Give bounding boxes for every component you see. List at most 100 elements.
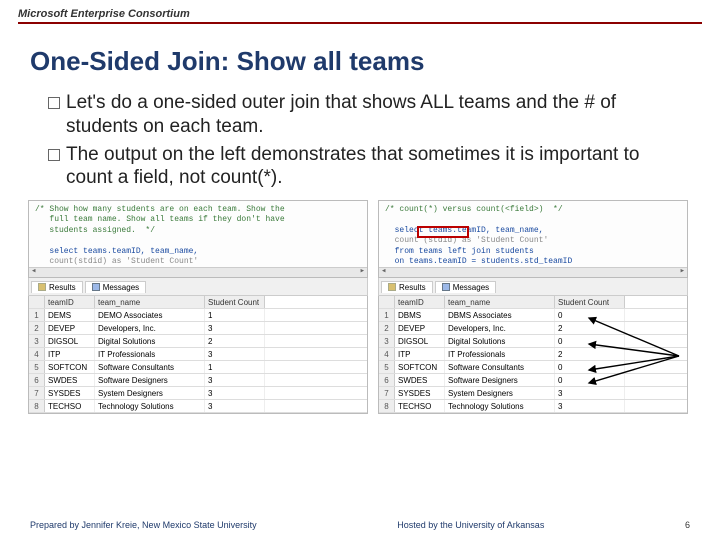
cell: 3	[555, 400, 625, 412]
col-header[interactable]: team_name	[95, 296, 205, 308]
cell: DEVEP	[45, 322, 95, 334]
row-header-blank	[379, 296, 395, 308]
code-line: on teams.teamID = students.std_teamID	[395, 257, 573, 266]
table-row[interactable]: 6SWDESSoftware Designers3	[29, 374, 367, 387]
cell: DBMS Associates	[445, 309, 555, 321]
table-row[interactable]: 5SOFTCONSoftware Consultants1	[29, 361, 367, 374]
row-number: 3	[379, 335, 395, 347]
table-row[interactable]: 3DIGSOLDigital Solutions0	[379, 335, 687, 348]
table-row[interactable]: 7SYSDESSystem Designers3	[29, 387, 367, 400]
grid-icon	[38, 283, 46, 291]
cell: TECHSO	[395, 400, 445, 412]
cell: Developers, Inc.	[95, 322, 205, 334]
footer: Prepared by Jennifer Kreie, New Mexico S…	[0, 520, 720, 530]
horizontal-scrollbar[interactable]	[379, 267, 687, 277]
table-row[interactable]: 7SYSDESSystem Designers3	[379, 387, 687, 400]
cell: DEMS	[45, 309, 95, 321]
cell: Software Designers	[445, 374, 555, 386]
result-tabstrip: Results Messages	[28, 278, 368, 296]
table-row[interactable]: 2DEVEPDevelopers, Inc.2	[379, 322, 687, 335]
cell: DEVEP	[395, 322, 445, 334]
left-panel: /* Show how many students are on each te…	[28, 200, 368, 414]
table-row[interactable]: 1DBMSDBMS Associates0	[379, 309, 687, 322]
col-header[interactable]: teamID	[395, 296, 445, 308]
horizontal-scrollbar[interactable]	[29, 267, 367, 277]
cell: 1	[205, 309, 265, 321]
col-header[interactable]: team_name	[445, 296, 555, 308]
bullet-item: Let's do a one-sided outer join that sho…	[48, 91, 680, 139]
code-line: from teams left join students	[395, 247, 534, 256]
cell: 2	[205, 335, 265, 347]
cell: DBMS	[395, 309, 445, 321]
cell: ITP	[395, 348, 445, 360]
cell: System Designers	[445, 387, 555, 399]
tab-messages[interactable]: Messages	[435, 281, 496, 293]
header: Microsoft Enterprise Consortium	[0, 0, 720, 28]
row-number: 8	[379, 400, 395, 412]
row-number: 7	[29, 387, 45, 399]
cell: 0	[555, 309, 625, 321]
tab-results[interactable]: Results	[31, 281, 83, 293]
row-header-blank	[29, 296, 45, 308]
footer-right: Hosted by the University of Arkansas	[397, 520, 544, 530]
row-number: 5	[379, 361, 395, 373]
table-row[interactable]: 1DEMSDEMO Associates1	[29, 309, 367, 322]
cell: 3	[555, 387, 625, 399]
cell: SOFTCON	[45, 361, 95, 373]
table-row[interactable]: 2DEVEPDevelopers, Inc.3	[29, 322, 367, 335]
cell: 3	[205, 322, 265, 334]
code-line: count(stdid) as 'Student Count'	[49, 257, 198, 266]
row-number: 4	[29, 348, 45, 360]
cell: Technology Solutions	[95, 400, 205, 412]
col-header[interactable]: Student Count	[205, 296, 265, 308]
cell: 3	[205, 387, 265, 399]
cell: DEMO Associates	[95, 309, 205, 321]
row-number: 6	[379, 374, 395, 386]
col-header[interactable]: Student Count	[555, 296, 625, 308]
table-row[interactable]: 4ITPIT Professionals2	[379, 348, 687, 361]
slide-title: One-Sided Join: Show all teams	[30, 46, 720, 77]
col-header[interactable]: teamID	[45, 296, 95, 308]
row-number: 6	[29, 374, 45, 386]
cell: IT Professionals	[95, 348, 205, 360]
sql-editor-left[interactable]: /* Show how many students are on each te…	[28, 200, 368, 278]
table-row[interactable]: 8TECHSOTechnology Solutions3	[29, 400, 367, 413]
cell: 0	[555, 374, 625, 386]
slide: Microsoft Enterprise Consortium One-Side…	[0, 0, 720, 540]
cell: Software Designers	[95, 374, 205, 386]
tab-results[interactable]: Results	[381, 281, 433, 293]
results-grid-left: teamID team_name Student Count 1DEMSDEMO…	[28, 296, 368, 414]
cell: 0	[555, 361, 625, 373]
cell: Digital Solutions	[445, 335, 555, 347]
bullet-list: Let's do a one-sided outer join that sho…	[48, 91, 680, 190]
cell: Technology Solutions	[445, 400, 555, 412]
sql-editor-right[interactable]: /* count(*) versus count(<field>) */ sel…	[378, 200, 688, 278]
cell: 3	[205, 400, 265, 412]
code-line: select teams.teamID, team_name,	[49, 247, 198, 256]
tab-label: Messages	[453, 283, 489, 292]
message-icon	[442, 283, 450, 291]
row-number: 1	[379, 309, 395, 321]
cell: TECHSO	[45, 400, 95, 412]
row-number: 2	[29, 322, 45, 334]
cell: SOFTCON	[395, 361, 445, 373]
cell: System Designers	[95, 387, 205, 399]
table-row[interactable]: 5SOFTCONSoftware Consultants0	[379, 361, 687, 374]
cell: SWDES	[45, 374, 95, 386]
grid-header-row: teamID team_name Student Count	[29, 296, 367, 309]
tab-messages[interactable]: Messages	[85, 281, 146, 293]
right-panel: /* count(*) versus count(<field>) */ sel…	[378, 200, 688, 414]
row-number: 1	[29, 309, 45, 321]
row-number: 4	[379, 348, 395, 360]
table-row[interactable]: 6SWDESSoftware Designers0	[379, 374, 687, 387]
table-row[interactable]: 3DIGSOLDigital Solutions2	[29, 335, 367, 348]
grid-icon	[388, 283, 396, 291]
cell: 3	[205, 348, 265, 360]
row-number: 8	[29, 400, 45, 412]
cell: Developers, Inc.	[445, 322, 555, 334]
bullet-text: Let's do a one-sided outer join that sho…	[66, 91, 680, 139]
bullet-item: The output on the left demonstrates that…	[48, 143, 680, 191]
table-row[interactable]: 4ITPIT Professionals3	[29, 348, 367, 361]
cell: 0	[555, 335, 625, 347]
table-row[interactable]: 8TECHSOTechnology Solutions3	[379, 400, 687, 413]
